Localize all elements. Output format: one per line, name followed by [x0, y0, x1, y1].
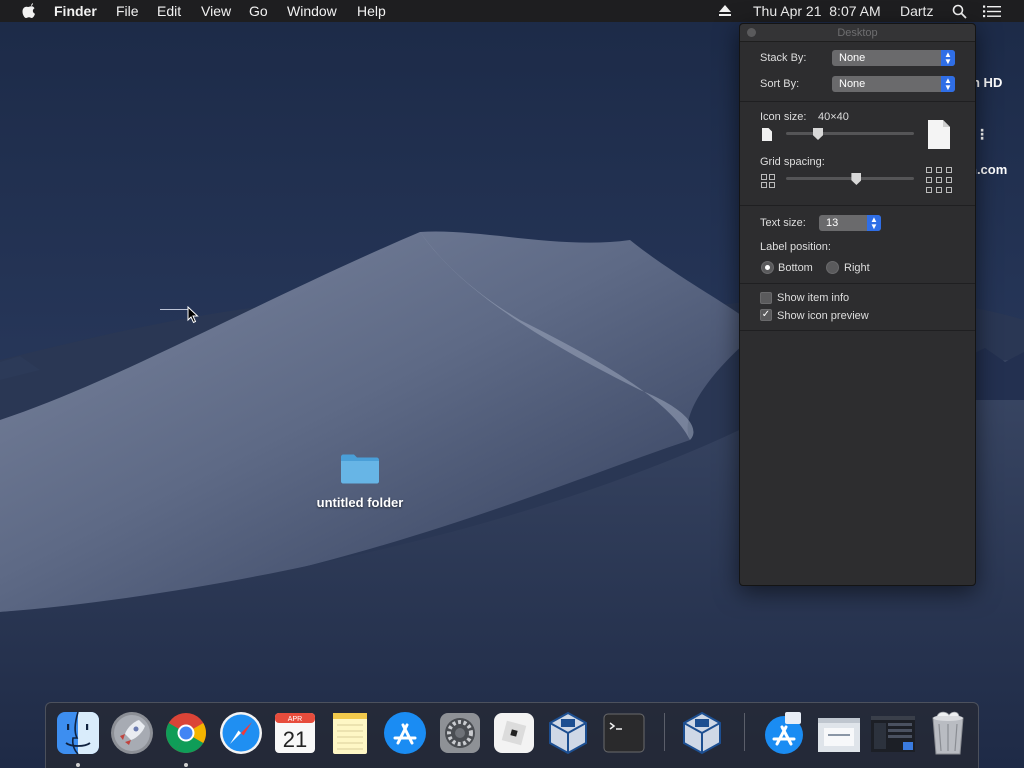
label-position-right-label[interactable]: Right [844, 262, 870, 274]
menu-file[interactable]: File [116, 3, 139, 19]
grid-spacing-slider-track[interactable] [786, 177, 914, 180]
notification-center-icon[interactable] [983, 5, 1001, 18]
roblox-icon[interactable] [491, 710, 537, 756]
app-store-icon[interactable] [382, 710, 428, 756]
panel-divider [740, 205, 975, 206]
desktop-edge-text: n HD [972, 75, 1003, 90]
label-position-bottom-label[interactable]: Bottom [778, 262, 813, 274]
text-size-select[interactable]: 13 ▲ ▼ [819, 215, 881, 231]
calendar-month: APR [288, 716, 302, 723]
label-position-bottom-radio[interactable] [761, 261, 774, 274]
icon-size-slider-thumb[interactable] [813, 128, 823, 140]
grid-large-icon [926, 167, 952, 193]
launchpad-icon[interactable] [109, 710, 155, 756]
dock-separator [664, 713, 665, 751]
grid-spacing-label: Grid spacing: [760, 156, 825, 168]
dock-separator [744, 713, 745, 751]
menu-clock[interactable]: Thu Apr 21 8:07 AM [753, 3, 881, 19]
menu-edit[interactable]: Edit [157, 3, 181, 19]
menu-user[interactable]: Dartz [900, 3, 933, 19]
stack-by-select[interactable]: None ▲ ▼ [832, 50, 955, 66]
terminal-icon[interactable] [601, 710, 647, 756]
window-thumbnail-icon[interactable] [870, 710, 916, 756]
calendar-icon[interactable]: APR 21 [272, 710, 318, 756]
panel-divider [740, 283, 975, 284]
grid-spacing-slider-thumb[interactable] [851, 173, 862, 185]
mouse-cursor-icon [187, 306, 199, 324]
panel-divider [740, 101, 975, 102]
grid-small-icon [761, 174, 775, 188]
popup-arrows-icon: ▲ ▼ [941, 50, 955, 66]
chrome-icon[interactable] [163, 710, 209, 756]
popup-arrows-icon: ▲ ▼ [941, 76, 955, 92]
calendar-day: 21 [283, 727, 307, 752]
show-icon-preview-label[interactable]: Show icon preview [777, 310, 869, 322]
menu-go[interactable]: Go [249, 3, 268, 19]
view-options-panel: Desktop Stack By: None ▲ ▼ Sort By: None … [739, 23, 976, 586]
finder-icon[interactable] [55, 710, 101, 756]
popup-arrows-icon: ▲ ▼ [867, 215, 881, 231]
notes-icon[interactable] [327, 710, 373, 756]
menu-view[interactable]: View [201, 3, 231, 19]
safari-icon[interactable] [218, 710, 264, 756]
menu-window[interactable]: Window [287, 3, 337, 19]
small-document-icon [762, 128, 772, 141]
panel-titlebar: Desktop [740, 24, 975, 42]
show-icon-preview-checkbox[interactable]: ✓ [760, 309, 772, 321]
app-store-download-icon[interactable] [761, 710, 807, 756]
spotlight-search-icon[interactable] [952, 4, 967, 19]
icon-size-label: Icon size: [760, 111, 807, 123]
eject-icon[interactable] [718, 5, 732, 17]
icon-size-value: 40×40 [818, 111, 849, 123]
desktop-edge-glyph: ⋮ [975, 126, 989, 142]
menu-finder[interactable]: Finder [54, 3, 97, 19]
menu-bar: Finder File Edit View Go Window Help Thu… [0, 0, 1024, 22]
large-document-icon [928, 120, 950, 149]
apple-menu-icon[interactable] [20, 2, 36, 20]
dock: APR 21 [45, 702, 979, 768]
label-position-right-radio[interactable] [826, 261, 839, 274]
system-preferences-icon[interactable] [437, 710, 483, 756]
chrome-running-indicator [184, 763, 188, 767]
virtualbox-icon[interactable] [545, 710, 591, 756]
trash-icon[interactable] [925, 710, 971, 756]
sort-by-label: Sort By: [760, 78, 800, 90]
show-item-info-checkbox[interactable] [760, 292, 772, 304]
icon-size-slider-track[interactable] [786, 132, 914, 135]
stack-by-value: None [839, 52, 866, 64]
text-size-value: 13 [826, 217, 839, 229]
label-position-label: Label position: [760, 241, 831, 253]
panel-divider [740, 330, 975, 331]
folder-label: untitled folder [316, 495, 404, 510]
stack-by-label: Stack By: [760, 52, 807, 64]
desktop-folder-untitled[interactable]: untitled folder [313, 452, 407, 510]
document-thumbnail-icon[interactable] [816, 710, 862, 756]
text-size-label: Text size: [760, 217, 806, 229]
finder-running-indicator [76, 763, 80, 767]
menu-help[interactable]: Help [357, 3, 386, 19]
sort-by-value: None [839, 78, 866, 90]
sort-by-select[interactable]: None ▲ ▼ [832, 76, 955, 92]
selection-drag-line [160, 309, 190, 310]
virtualbox-vm-icon[interactable] [679, 710, 725, 756]
show-item-info-label[interactable]: Show item info [777, 292, 849, 304]
folder-icon [341, 454, 379, 484]
panel-title: Desktop [837, 27, 878, 39]
